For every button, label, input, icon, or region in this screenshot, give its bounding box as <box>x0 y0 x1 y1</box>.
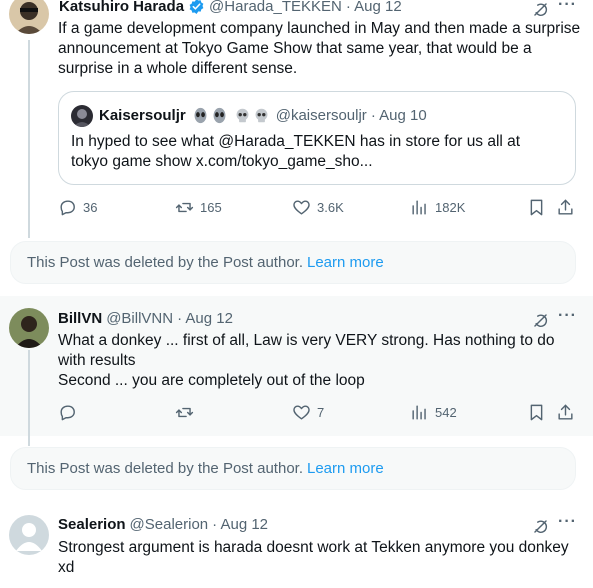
bookmark-button[interactable] <box>527 198 546 222</box>
author-name[interactable]: Sealerion <box>58 516 126 533</box>
reply-count: 36 <box>83 200 98 215</box>
author-name[interactable]: BillVN <box>58 310 102 327</box>
views-button[interactable]: 542 <box>410 403 457 422</box>
share-icon <box>558 199 573 215</box>
deleted-notice-text: This Post was deleted by the Post author… <box>27 460 303 477</box>
reply-icon <box>60 200 75 216</box>
reply-text: Strongest argument is harada doesnt work… <box>58 539 569 576</box>
views-count: 182K <box>435 200 466 215</box>
reply-button[interactable] <box>58 403 83 422</box>
author-name[interactable]: Katsuhiro Harada <box>59 0 184 15</box>
share-button[interactable] <box>556 403 575 427</box>
verified-badge-icon <box>188 0 205 15</box>
quote-author-name: Kaisersouljr <box>99 107 186 124</box>
post-date[interactable]: · Aug 12 <box>177 310 233 327</box>
more-icon[interactable]: ··· <box>558 513 577 531</box>
repost-icon <box>175 407 194 418</box>
quote-author-handle: @kaisersouljr <box>275 107 367 124</box>
like-icon <box>293 200 310 215</box>
views-icon <box>412 405 426 420</box>
quote-header: Kaisersouljr @kaisersouljr · Aug 10 <box>99 107 427 124</box>
post-date[interactable]: · Aug 12 <box>212 516 268 533</box>
avatar-sealerion[interactable] <box>9 515 49 555</box>
bookmark-icon <box>530 404 543 421</box>
views-icon <box>412 200 426 215</box>
more-icon[interactable]: ··· <box>558 0 577 14</box>
author-handle[interactable]: @Harada_TEKKEN <box>209 0 342 15</box>
reply-text-line1: What a donkey ... first of all, Law is v… <box>58 332 555 369</box>
avatar-harada[interactable] <box>9 0 49 34</box>
bookmark-button[interactable] <box>527 403 546 427</box>
reply-icon <box>60 405 75 421</box>
like-button[interactable]: 3.6K <box>292 198 344 217</box>
thread-line-billvn <box>28 350 30 446</box>
bookmark-icon <box>530 199 543 216</box>
author-handle[interactable]: @Sealerion <box>130 516 209 533</box>
repost-count: 165 <box>200 200 222 215</box>
author-handle[interactable]: @BillVNN <box>106 310 173 327</box>
post-text: If a game development company launched i… <box>58 20 581 77</box>
skull-emoji-icon <box>234 107 270 124</box>
avatar-billvn[interactable] <box>9 308 49 348</box>
learn-more-link[interactable]: Learn more <box>307 460 384 477</box>
deleted-post-notice: This Post was deleted by the Post author… <box>10 447 576 490</box>
deleted-post-notice: This Post was deleted by the Post author… <box>10 241 576 284</box>
share-icon <box>558 404 573 420</box>
quoted-post-card[interactable]: Kaisersouljr @kaisersouljr · Aug 10 In h… <box>58 91 576 185</box>
reply-header: BillVN @BillVNN · Aug 12 <box>58 310 233 327</box>
views-count: 542 <box>435 405 457 420</box>
reply-button[interactable]: 36 <box>58 198 97 217</box>
more-icon[interactable]: ··· <box>558 307 577 325</box>
repost-icon <box>175 202 194 213</box>
post-date[interactable]: · Aug 12 <box>346 0 402 15</box>
learn-more-link[interactable]: Learn more <box>307 254 384 271</box>
like-icon <box>293 405 310 420</box>
like-count: 3.6K <box>317 200 344 215</box>
quote-text: In hyped to see what @Harada_TEKKEN has … <box>71 133 521 170</box>
avatar-kaisersouljr <box>71 105 93 127</box>
reply-header: Sealerion @Sealerion · Aug 12 <box>58 516 268 533</box>
deleted-notice-text: This Post was deleted by the Post author… <box>27 254 303 271</box>
views-button[interactable]: 182K <box>410 198 465 217</box>
thread-line-top <box>28 40 30 238</box>
alien-emoji-icon <box>192 107 228 124</box>
share-button[interactable] <box>556 198 575 222</box>
repost-button[interactable] <box>175 403 200 422</box>
like-button[interactable]: 7 <box>292 403 324 422</box>
repost-button[interactable]: 165 <box>175 198 222 217</box>
like-count: 7 <box>317 405 325 420</box>
reply-text-line2: Second ... you are completely out of the… <box>58 372 365 389</box>
quote-date: · Aug 10 <box>370 107 427 124</box>
post-header: Katsuhiro Harada @Harada_TEKKEN · Aug 12 <box>59 0 402 15</box>
